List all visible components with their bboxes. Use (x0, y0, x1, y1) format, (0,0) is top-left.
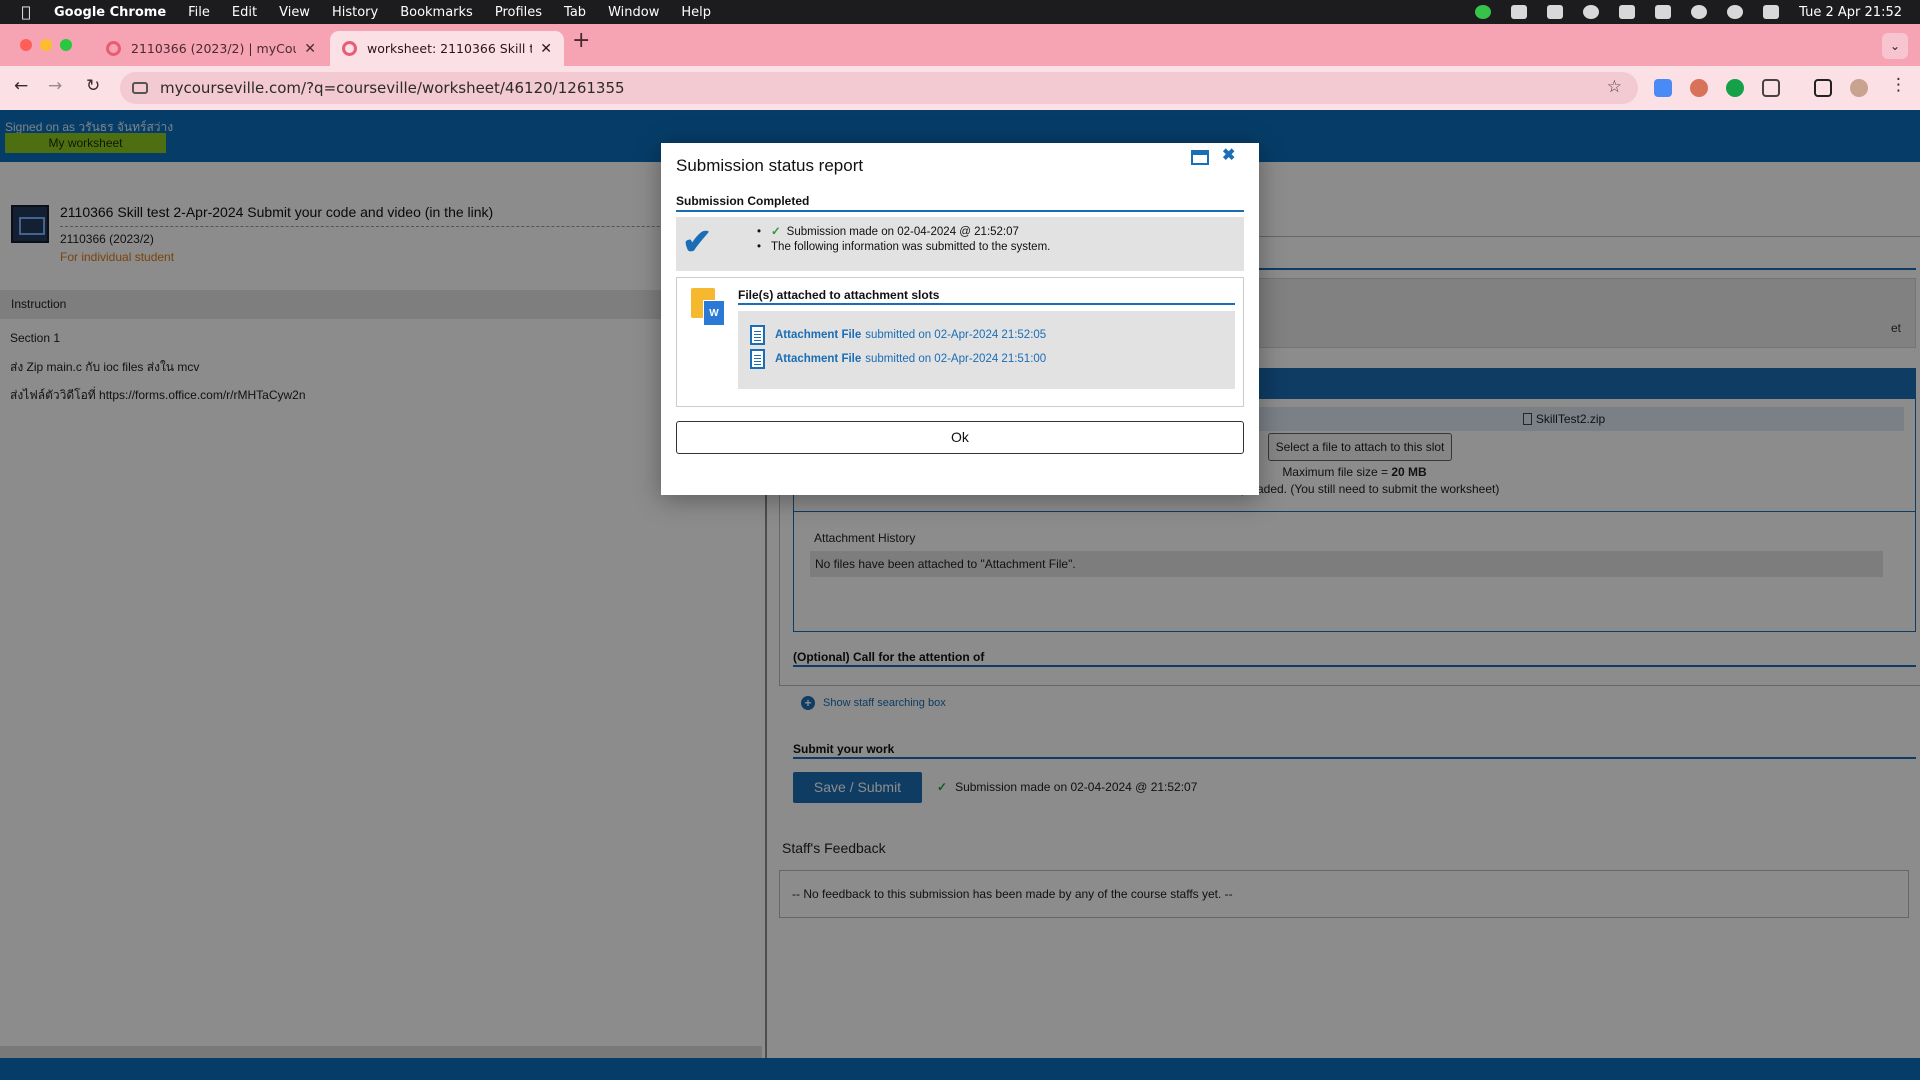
new-tab-icon[interactable]: + (572, 28, 590, 53)
summary-item: The following information was submitted … (757, 241, 1050, 253)
profile-avatar[interactable] (1850, 79, 1868, 97)
menu-window[interactable]: Window (597, 5, 670, 20)
document-icon (750, 349, 765, 369)
close-icon[interactable]: ✖ (1222, 145, 1235, 165)
reload-icon[interactable]: ↻ (86, 76, 100, 96)
summary-status: Submission made on 02-04-2024 @ 21:52:07 (786, 226, 1019, 238)
chrome-menu-icon[interactable]: ⋮ (1890, 75, 1907, 95)
tab-title: worksheet: 2110366 Skill test (367, 41, 533, 56)
wifi-icon[interactable] (1691, 5, 1708, 19)
menu-bookmarks[interactable]: Bookmarks (389, 5, 484, 20)
dialog-title: Submission status report (676, 156, 864, 175)
tab-title: 2110366 (2023/2) | myCourse (131, 41, 296, 56)
extension-icon[interactable] (1690, 79, 1708, 97)
menu-file[interactable]: File (177, 5, 221, 20)
maximize-icon[interactable] (1191, 150, 1209, 165)
word-icon: W (703, 300, 725, 326)
mycourseville-favicon-icon (342, 41, 357, 56)
word-document-icon: W (691, 288, 727, 328)
check-icon: ✓ (771, 226, 781, 238)
submission-completed-heading: Submission Completed (676, 194, 810, 208)
forward-icon[interactable]: → (48, 76, 62, 96)
bookmark-star-icon[interactable]: ☆ (1607, 77, 1622, 97)
attachments-box: W File(s) attached to attachment slots A… (676, 277, 1244, 407)
attachments-heading: File(s) attached to attachment slots (738, 288, 940, 302)
menu-help[interactable]: Help (670, 5, 722, 20)
tab-worksheet[interactable]: worksheet: 2110366 Skill test ✕ (330, 31, 564, 66)
zoom-window-icon[interactable] (60, 39, 72, 51)
layout-icon[interactable] (1547, 5, 1564, 19)
tab-search-icon[interactable]: ⌄ (1882, 33, 1908, 59)
play-icon[interactable] (1583, 5, 1600, 19)
line-app-icon[interactable] (1475, 5, 1492, 19)
tab-mycourseville[interactable]: 2110366 (2023/2) | myCourse ✕ (94, 31, 328, 66)
control-center-icon[interactable] (1763, 5, 1780, 19)
attachment-link[interactable]: Attachment File (775, 329, 861, 341)
menu-view[interactable]: View (268, 5, 321, 20)
browser-tab-strip: 2110366 (2023/2) | myCourse ✕ worksheet:… (0, 24, 1920, 66)
menu-edit[interactable]: Edit (221, 5, 268, 20)
back-icon[interactable]: ← (14, 76, 28, 96)
checkmark-icon: ✔ (682, 221, 713, 262)
menu-app-name[interactable]: Google Chrome (52, 5, 177, 20)
menu-profiles[interactable]: Profiles (484, 5, 553, 20)
menu-history[interactable]: History (321, 5, 389, 20)
status-area: Tue 2 Apr 21:52 (1475, 0, 1902, 24)
ok-button[interactable]: Ok (676, 421, 1244, 454)
battery-icon[interactable] (1655, 5, 1672, 19)
menu-clock[interactable]: Tue 2 Apr 21:52 (1799, 5, 1902, 20)
keyboard-icon[interactable] (1511, 5, 1528, 19)
tab-close-icon[interactable]: ✕ (304, 41, 316, 57)
section-divider (738, 303, 1235, 305)
menu-tab[interactable]: Tab (553, 5, 597, 20)
attachment-row: Attachment File submitted on 02-Apr-2024… (750, 325, 1046, 345)
mycourseville-favicon-icon (106, 41, 121, 56)
minimize-window-icon[interactable] (40, 39, 52, 51)
summary-item: ✓ Submission made on 02-04-2024 @ 21:52:0… (757, 224, 1050, 238)
translate-extension-icon[interactable] (1654, 79, 1672, 97)
attachment-timestamp: submitted on 02-Apr-2024 21:52:05 (865, 329, 1047, 341)
spotlight-icon[interactable] (1727, 5, 1744, 19)
submission-status-dialog: Submission status report ✖ Submission Co… (661, 143, 1259, 495)
extensions-puzzle-icon[interactable] (1762, 79, 1780, 97)
browser-toolbar: ← → ↻ mycourseville.com/?q=courseville/w… (0, 66, 1920, 110)
section-divider (676, 210, 1244, 212)
submission-summary-panel: ✔ ✓ Submission made on 02-04-2024 @ 21:52… (676, 217, 1244, 271)
attachments-list: Attachment File submitted on 02-Apr-2024… (738, 311, 1235, 389)
summary-info: The following information was submitted … (771, 241, 1051, 253)
url-text[interactable]: mycourseville.com/?q=courseville/workshe… (160, 79, 625, 97)
side-panel-icon[interactable] (1814, 79, 1832, 97)
input-source-icon[interactable] (1619, 5, 1636, 19)
tab-close-icon[interactable]: ✕ (540, 41, 552, 57)
address-bar[interactable]: mycourseville.com/?q=courseville/workshe… (120, 72, 1638, 104)
attachment-link[interactable]: Attachment File (775, 353, 861, 365)
summary-list: ✓ Submission made on 02-04-2024 @ 21:52:0… (757, 224, 1050, 256)
document-icon (750, 325, 765, 345)
attachment-row: Attachment File submitted on 02-Apr-2024… (750, 349, 1046, 369)
close-window-icon[interactable] (20, 39, 32, 51)
attachment-timestamp: submitted on 02-Apr-2024 21:51:00 (865, 353, 1047, 365)
grammarly-icon[interactable] (1726, 79, 1744, 97)
apple-icon[interactable]:  (0, 3, 52, 21)
site-info-icon[interactable] (132, 82, 148, 94)
macos-menu-bar:  Google Chrome File Edit View History B… (0, 0, 1920, 24)
